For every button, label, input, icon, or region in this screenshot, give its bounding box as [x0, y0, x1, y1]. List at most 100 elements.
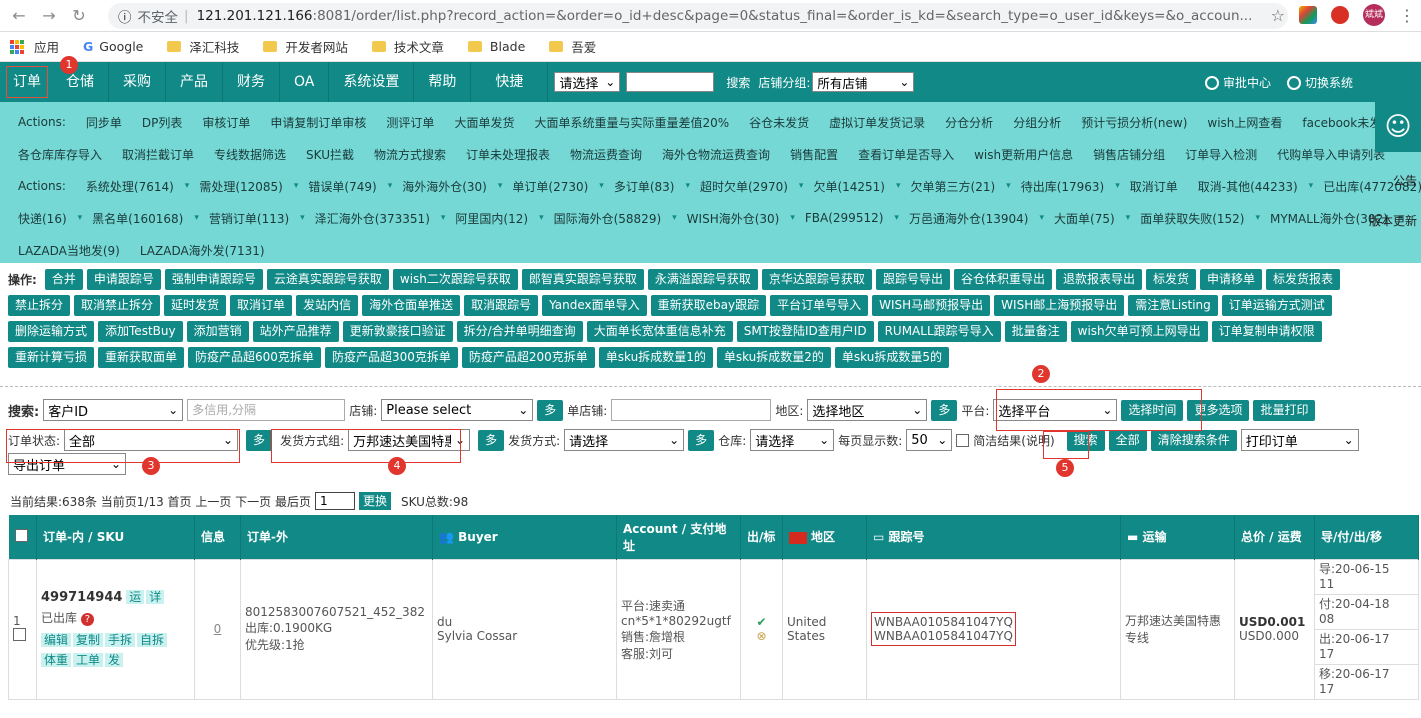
action-link[interactable]: 系统处理(7614)	[86, 178, 174, 195]
row-action-button[interactable]: 体重	[41, 653, 72, 667]
operation-button[interactable]: 合并	[44, 269, 83, 290]
row-action-button[interactable]: 发	[105, 653, 124, 667]
action-link[interactable]: 测评订单	[386, 114, 434, 131]
operation-button[interactable]: 标发货报表	[1266, 269, 1341, 290]
operation-button[interactable]: 添加营销	[186, 321, 249, 342]
nav-settings[interactable]: 系统设置	[329, 62, 415, 102]
action-link[interactable]: 专线数据筛选	[214, 146, 286, 163]
operation-button[interactable]: 京华达跟踪号获取	[761, 269, 872, 290]
operation-button[interactable]: 单sku拆成数量2的	[716, 347, 831, 368]
action-link[interactable]: 销售配置	[790, 146, 838, 163]
action-link[interactable]: LAZADA当地发(9)	[18, 242, 120, 259]
dropdown-icon[interactable]: ▾	[1126, 213, 1131, 223]
single-store-input[interactable]	[611, 399, 772, 421]
dropdown-icon[interactable]: ▾	[672, 213, 677, 223]
row-action-button[interactable]: 工单	[73, 653, 104, 667]
dropdown-icon[interactable]: ▾	[388, 181, 393, 191]
brief-checkbox[interactable]	[956, 433, 970, 447]
action-link[interactable]: 海外仓物流运费查询	[662, 146, 770, 163]
store-more-button[interactable]: 多	[537, 399, 564, 421]
operation-button[interactable]: 删除运输方式	[8, 321, 95, 342]
operation-button[interactable]: WISH马邮预报导出	[872, 295, 991, 316]
operation-button[interactable]: 拆分/合并单明细查询	[456, 321, 583, 342]
warehouse-select[interactable]: 请选择	[750, 429, 835, 451]
nav-quick[interactable]: 快捷	[471, 62, 549, 102]
action-link[interactable]: SKU拦截	[306, 146, 354, 163]
dropdown-icon[interactable]: ▾	[790, 213, 795, 223]
operation-button[interactable]: 发站内信	[296, 295, 359, 316]
dropdown-icon[interactable]: ▾	[1039, 213, 1044, 223]
operation-button[interactable]: 平台订单号导入	[770, 295, 869, 316]
bookmark-folder[interactable]: 泽汇科技	[167, 37, 239, 56]
action-link[interactable]: 物流方式搜索	[374, 146, 446, 163]
operation-button[interactable]: 需注意Listing	[1128, 295, 1218, 316]
action-link[interactable]: facebook未发	[1302, 114, 1381, 131]
action-link[interactable]: 营销订单(113)	[209, 210, 289, 227]
action-link[interactable]: 海外海外仓(30)	[402, 178, 487, 195]
action-link[interactable]: wish上网查看	[1207, 114, 1282, 131]
action-link[interactable]: 大面单(75)	[1054, 210, 1115, 227]
dropdown-icon[interactable]: ▾	[896, 181, 901, 191]
operation-button[interactable]: 海外仓面单推送	[362, 295, 461, 316]
operation-button[interactable]: 取消跟踪号	[464, 295, 539, 316]
row-action-button[interactable]: 自拆	[137, 633, 168, 647]
operation-button[interactable]: 取消订单	[230, 295, 293, 316]
print-order-select[interactable]: 打印订单	[1240, 429, 1359, 451]
search-type-select[interactable]: 客户ID	[43, 399, 184, 421]
switch-system[interactable]: 切换系统	[1286, 74, 1353, 91]
store-group-select[interactable]: 所有店铺	[812, 72, 915, 92]
operation-button[interactable]: 订单复制申请权限	[1211, 321, 1322, 342]
address-bar[interactable]: ⓘ 不安全 | 121.201.121.166:8081/order/list.…	[108, 3, 1288, 29]
nav-search-input[interactable]	[626, 72, 715, 92]
info-icon[interactable]: ⓘ	[118, 6, 132, 26]
action-link[interactable]: 国际海外仓(58829)	[554, 210, 662, 227]
dropdown-icon[interactable]: ▾	[799, 181, 804, 191]
action-link[interactable]: 大面单系统重量与实际重量差值20%	[534, 114, 729, 131]
dropdown-icon[interactable]: ▾	[1255, 213, 1260, 223]
row-action-button[interactable]: 手拆	[105, 633, 136, 647]
nav-search-button[interactable]: 搜索	[726, 74, 750, 91]
all-button[interactable]: 全部	[1108, 429, 1147, 451]
row-action-button[interactable]: 复制	[73, 633, 104, 647]
ship-group-more-button[interactable]: 多	[478, 429, 505, 451]
action-link[interactable]: 取消-其他(44233)	[1198, 178, 1298, 195]
operation-button[interactable]: 申请移单	[1200, 269, 1263, 290]
forward-icon[interactable]: →	[38, 6, 60, 25]
avatar[interactable]: 斌斌	[1363, 4, 1385, 26]
action-link[interactable]: 待出库(17963)	[1021, 178, 1105, 195]
action-link[interactable]: 欠单第三方(21)	[911, 178, 996, 195]
dropdown-icon[interactable]: ▾	[294, 181, 299, 191]
operation-button[interactable]: wish欠单可预上网导出	[1070, 321, 1208, 342]
extension-icon[interactable]	[1299, 6, 1317, 24]
action-link[interactable]: 阿里国内(12)	[455, 210, 528, 227]
operation-button[interactable]: 禁止拆分	[8, 295, 71, 316]
operation-button[interactable]: 申请跟踪号	[86, 269, 161, 290]
nav-finance[interactable]: 财务	[223, 62, 280, 102]
version-link[interactable]: 版本更新	[1369, 212, 1417, 229]
action-link[interactable]: WISH海外仓(30)	[687, 210, 780, 227]
operation-button[interactable]: 更新敦豪接口验证	[342, 321, 453, 342]
bookmark-folder[interactable]: 开发者网站	[263, 37, 348, 56]
action-link[interactable]: 泽汇海外仓(373351)	[315, 210, 430, 227]
operation-button[interactable]: 重新计算亏损	[8, 347, 95, 368]
action-link[interactable]: 分仓分析	[945, 114, 993, 131]
nav-purchase[interactable]: 采购	[109, 62, 166, 102]
action-link[interactable]: 预计亏损分析(new)	[1081, 114, 1187, 131]
action-link[interactable]: DP列表	[142, 114, 182, 131]
operation-button[interactable]: Yandex面单导入	[542, 295, 647, 316]
operation-button[interactable]: 防疫产品超600克拆单	[188, 347, 321, 368]
operation-button[interactable]: 永满溢跟踪号获取	[647, 269, 758, 290]
action-link[interactable]: 需处理(12085)	[199, 178, 283, 195]
dropdown-icon[interactable]: ▾	[1006, 181, 1011, 191]
operation-button[interactable]: 防疫产品超200克拆单	[461, 347, 595, 368]
select-all-checkbox[interactable]	[14, 528, 28, 542]
action-link[interactable]: 审核订单	[202, 114, 250, 131]
action-link[interactable]: 单订单(2730)	[512, 178, 588, 195]
ship-method-more-button[interactable]: 多	[688, 429, 715, 451]
operation-button[interactable]: 单sku拆成数量5的	[834, 347, 949, 368]
star-icon[interactable]: ☆	[1271, 6, 1285, 25]
nav-product[interactable]: 产品	[166, 62, 223, 102]
action-link[interactable]: 代购单导入申请列表	[1277, 146, 1385, 163]
reload-icon[interactable]: ↻	[68, 6, 90, 25]
action-link[interactable]: 谷仓未发货	[749, 114, 809, 131]
